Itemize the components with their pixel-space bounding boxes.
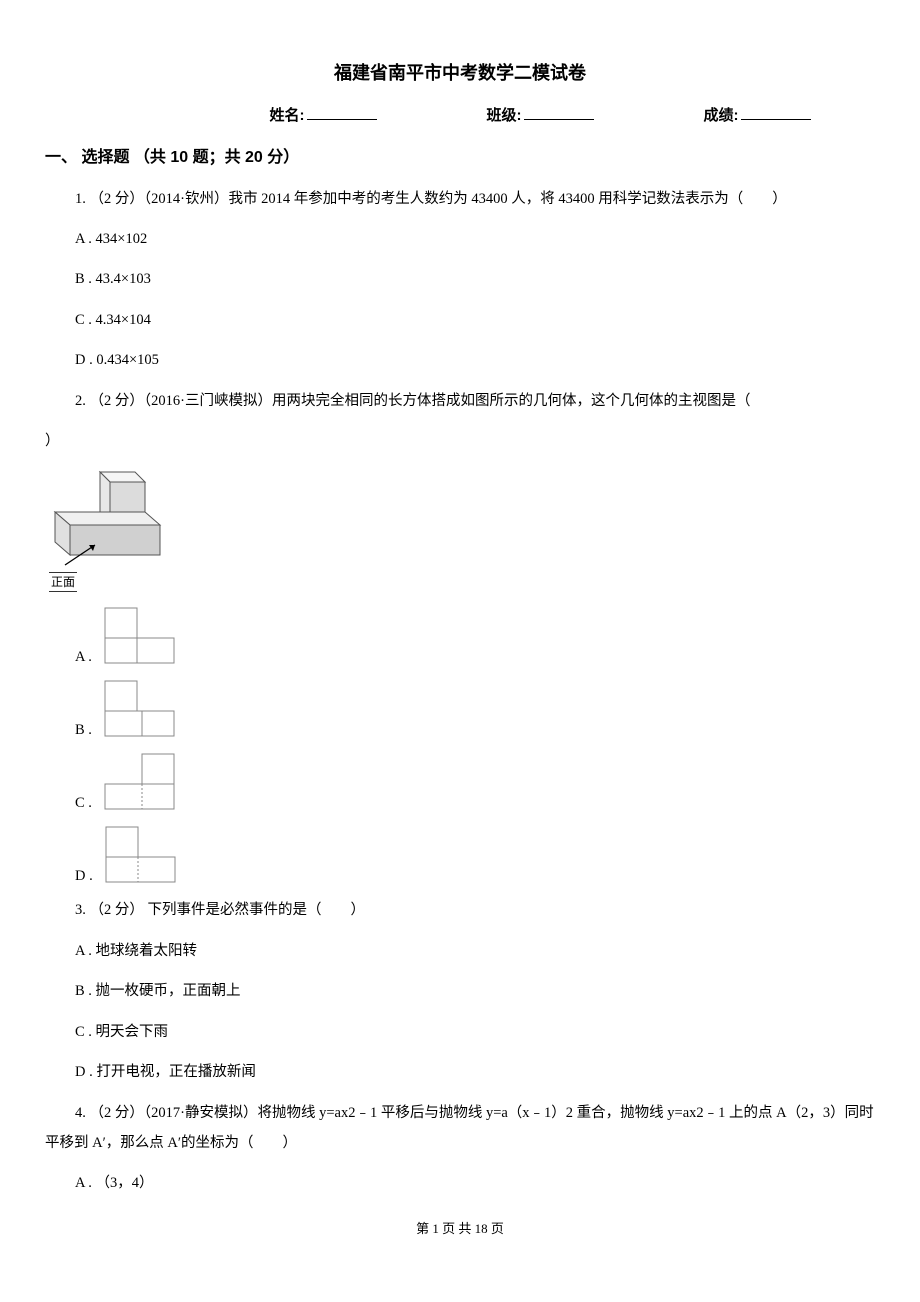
q3-choice-b: B . 抛一枚硬币，正面朝上 <box>45 976 875 1006</box>
q2-stem-line1: 2. （2 分）（2016·三门峡模拟）用两块完全相同的长方体搭成如图所示的几何… <box>45 386 875 416</box>
q4-choice-a: A . （3，4） <box>45 1168 875 1198</box>
q2-stem-line2: ） <box>45 426 875 456</box>
section-1-heading: 一、 选择题 （共 10 题；共 20 分） <box>45 146 875 170</box>
q2-choice-b-figure <box>100 676 180 741</box>
page-footer: 第 1 页 共 18 页 <box>45 1219 875 1239</box>
score-label: 成绩: <box>704 105 739 128</box>
class-label: 班级: <box>487 105 522 128</box>
front-face-label: 正面 <box>49 572 77 592</box>
q2-choice-a: A . <box>75 603 875 668</box>
q2-choice-b-label: B . <box>75 723 92 742</box>
q1-choice-b: B . 43.4×103 <box>45 264 875 294</box>
q1-choice-a: A . 434×102 <box>45 224 875 254</box>
name-label: 姓名: <box>270 105 305 128</box>
exam-title: 福建省南平市中考数学二模试卷 <box>45 60 875 87</box>
q2-choice-d: D . <box>75 822 875 887</box>
q3-choice-c: C . 明天会下雨 <box>45 1017 875 1047</box>
q2-choice-c: C . <box>75 749 875 814</box>
q2-choice-c-figure <box>100 749 180 814</box>
score-blank <box>741 105 811 120</box>
q3-choice-d: D . 打开电视，正在播放新闻 <box>45 1057 875 1087</box>
q2-3d-figure: 正面 <box>45 467 875 594</box>
q2-choice-c-label: C . <box>75 796 92 815</box>
q2-choice-a-figure <box>100 603 180 668</box>
q3-choice-a: A . 地球绕着太阳转 <box>45 936 875 966</box>
class-blank <box>524 105 594 120</box>
name-blank <box>307 105 377 120</box>
q1-choice-d: D . 0.434×105 <box>45 345 875 375</box>
q2-choice-b: B . <box>75 676 875 741</box>
q1-stem: 1. （2 分）（2014·钦州）我市 2014 年参加中考的考生人数约为 43… <box>45 184 875 214</box>
q2-choice-d-label: D . <box>75 869 93 888</box>
q2-choice-d-figure <box>101 822 181 887</box>
header-fields: 姓名: 班级: 成绩: <box>45 105 875 128</box>
q1-choice-c: C . 4.34×104 <box>45 305 875 335</box>
q4-stem: 4. （2 分）（2017·静安模拟）将抛物线 y=ax2﹣1 平移后与抛物线 … <box>45 1098 875 1159</box>
q3-stem: 3. （2 分） 下列事件是必然事件的是（ ） <box>45 895 875 925</box>
q2-choice-a-label: A . <box>75 650 92 669</box>
